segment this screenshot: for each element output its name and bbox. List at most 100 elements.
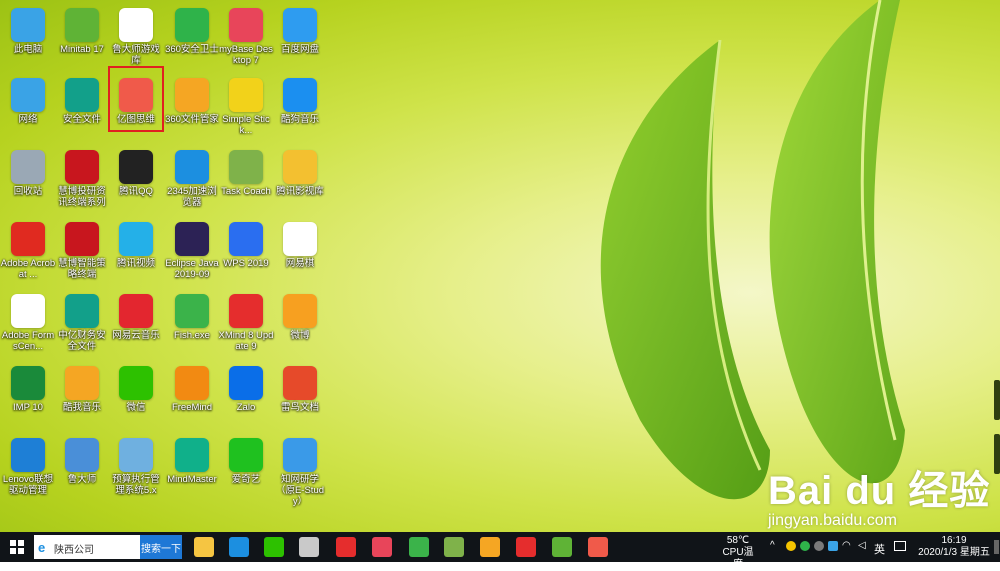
desktop-icon[interactable]: 鲁大师: [54, 434, 110, 506]
desktop-icon-label: 微博: [290, 330, 310, 341]
weibo-icon: [283, 294, 317, 328]
xmind-icon: [229, 294, 263, 328]
kuwo-icon[interactable]: [480, 537, 500, 557]
desktop-icon[interactable]: 酷狗音乐: [272, 74, 328, 146]
desktop-icon-label: 网易棋: [285, 258, 315, 269]
desktop-icon[interactable]: 网易棋: [272, 218, 328, 290]
xmind-icon[interactable]: [336, 537, 356, 557]
desktop-icon[interactable]: Eclipse Java 2019-09: [164, 218, 220, 290]
fish-icon[interactable]: [409, 537, 429, 557]
house-icon: [283, 366, 317, 400]
desktop-icon[interactable]: 网易云音乐: [108, 290, 164, 362]
taskbar-search-box[interactable]: e 陕西公司: [34, 535, 140, 559]
budget-icon: [119, 438, 153, 472]
acrobat-icon: [11, 222, 45, 256]
desktop-icon[interactable]: 网络: [0, 74, 56, 146]
desktop-icon[interactable]: Adobe Acrobat ...: [0, 218, 56, 290]
ludashi-icon: [65, 438, 99, 472]
desktop-icon[interactable]: Minitab 17: [54, 4, 110, 76]
desktop-icon[interactable]: 2345加速浏览器: [164, 146, 220, 218]
xmind-2-icon[interactable]: [516, 537, 536, 557]
paint-icon[interactable]: [444, 537, 464, 557]
desktop-icon[interactable]: Task Coach: [218, 146, 274, 218]
desktop-icon-label: 360安全卫士: [165, 44, 219, 55]
desktop-icon-label: 鲁大师游戏库: [112, 44, 160, 66]
desktop-icon[interactable]: 回收站: [0, 146, 56, 218]
desktop-icon[interactable]: 360安全卫士: [164, 4, 220, 76]
huibo-icon: [65, 150, 99, 184]
desktop-icon[interactable]: WPS 2019: [218, 218, 274, 290]
netease-music-icon: [119, 294, 153, 328]
desktop-icon[interactable]: IMP 10: [0, 362, 56, 434]
temperature-readout[interactable]: 58℃ CPU温度: [718, 535, 758, 571]
kugou-icon: [283, 78, 317, 112]
notification-center-icon[interactable]: [994, 540, 999, 554]
desktop-icon[interactable]: FreeMind: [164, 362, 220, 434]
desktop-icon[interactable]: Lenovo联想驱动管理: [0, 434, 56, 506]
finance-secure-icon: [65, 294, 99, 328]
mybase-icon[interactable]: [372, 537, 392, 557]
desktop-icon[interactable]: 中亿财务安全文件: [54, 290, 110, 362]
minitab-icon[interactable]: [552, 537, 572, 557]
desktop-icon[interactable]: XMind 8 Update 9: [218, 290, 274, 362]
desktop-icon-label: 腾讯影视库: [276, 186, 324, 197]
desktop-icon[interactable]: 微信: [108, 362, 164, 434]
desktop-icon-label: myBase Desktop 7: [219, 44, 273, 66]
show-hidden-icons-chevron[interactable]: ^: [770, 540, 775, 551]
file-explorer-icon[interactable]: [194, 537, 214, 557]
keyboard-icon[interactable]: [894, 541, 906, 551]
minitab-icon: [65, 8, 99, 42]
desktop-icon[interactable]: 腾讯QQ: [108, 146, 164, 218]
qq-icon: [119, 150, 153, 184]
desktop-icon[interactable]: 爱奇艺: [218, 434, 274, 506]
wifi-icon[interactable]: ◠: [842, 540, 851, 551]
desktop-icon[interactable]: 雷鸟文档: [272, 362, 328, 434]
tray-app-icon[interactable]: [814, 541, 824, 551]
tray-shield-icon[interactable]: [786, 541, 796, 551]
tray-360-icon[interactable]: [800, 541, 810, 551]
desktop-icon[interactable]: 安全文件: [54, 74, 110, 146]
ie-browser-icon[interactable]: [229, 537, 249, 557]
gamepad-icon: [119, 8, 153, 42]
edge-scroll-tab-top[interactable]: [994, 380, 1000, 420]
tray-security-icon[interactable]: [828, 541, 838, 551]
start-button[interactable]: [5, 535, 29, 559]
wechat-icon: [119, 366, 153, 400]
ime-indicator[interactable]: 英: [874, 541, 885, 557]
desktop-icon-label: 预算执行管理系统5.x: [112, 474, 160, 496]
game-icon[interactable]: [299, 537, 319, 557]
desktop-icon[interactable]: Fish.exe: [164, 290, 220, 362]
desktop-icon[interactable]: 知网研学（原E-Study）: [272, 434, 328, 507]
desktop-icon-label: 鲁大师: [67, 474, 97, 485]
desktop-icon[interactable]: 慧博智能策略终端: [54, 218, 110, 290]
desktop-icon-label: 此电脑: [13, 44, 43, 55]
browser-e-icon: e: [38, 540, 46, 555]
desktop-icon[interactable]: 腾讯视频: [108, 218, 164, 290]
desktop-icon[interactable]: Zalo: [218, 362, 274, 434]
cards-icon: [283, 222, 317, 256]
desktop-icon[interactable]: 360文件管家: [164, 74, 220, 146]
mindmaster-icon: [175, 438, 209, 472]
desktop-icon-label: Zalo: [236, 402, 256, 413]
huibo-strategy-icon: [65, 222, 99, 256]
desktop-icon[interactable]: MindMaster: [164, 434, 220, 506]
edraw-icon[interactable]: [588, 537, 608, 557]
iqiyi-icon: [229, 438, 263, 472]
desktop-icon[interactable]: 百度网盘: [272, 4, 328, 76]
desktop-icon-label: 爱奇艺: [231, 474, 261, 485]
desktop-icon[interactable]: Adobe FormsCen...: [0, 290, 56, 362]
desktop-icon[interactable]: myBase Desktop 7: [218, 4, 274, 76]
desktop-icon[interactable]: 此电脑: [0, 4, 56, 76]
volume-icon[interactable]: ◁: [858, 540, 866, 551]
desktop-icon[interactable]: 酷我音乐: [54, 362, 110, 434]
desktop-icon[interactable]: 腾讯影视库: [272, 146, 328, 218]
clock[interactable]: 16:19 2020/1/3 星期五: [916, 535, 992, 559]
freemind-icon: [175, 366, 209, 400]
wechat-icon[interactable]: [264, 537, 284, 557]
desktop-icon[interactable]: 慧博投研资讯终端系列: [54, 146, 110, 218]
search-button[interactable]: 搜索一下: [140, 535, 182, 559]
desktop-icon[interactable]: 微博: [272, 290, 328, 362]
desktop-icon[interactable]: 预算执行管理系统5.x: [108, 434, 164, 506]
desktop-icon-label: 百度网盘: [280, 44, 319, 55]
desktop-icon[interactable]: Simple Stick...: [218, 74, 274, 146]
